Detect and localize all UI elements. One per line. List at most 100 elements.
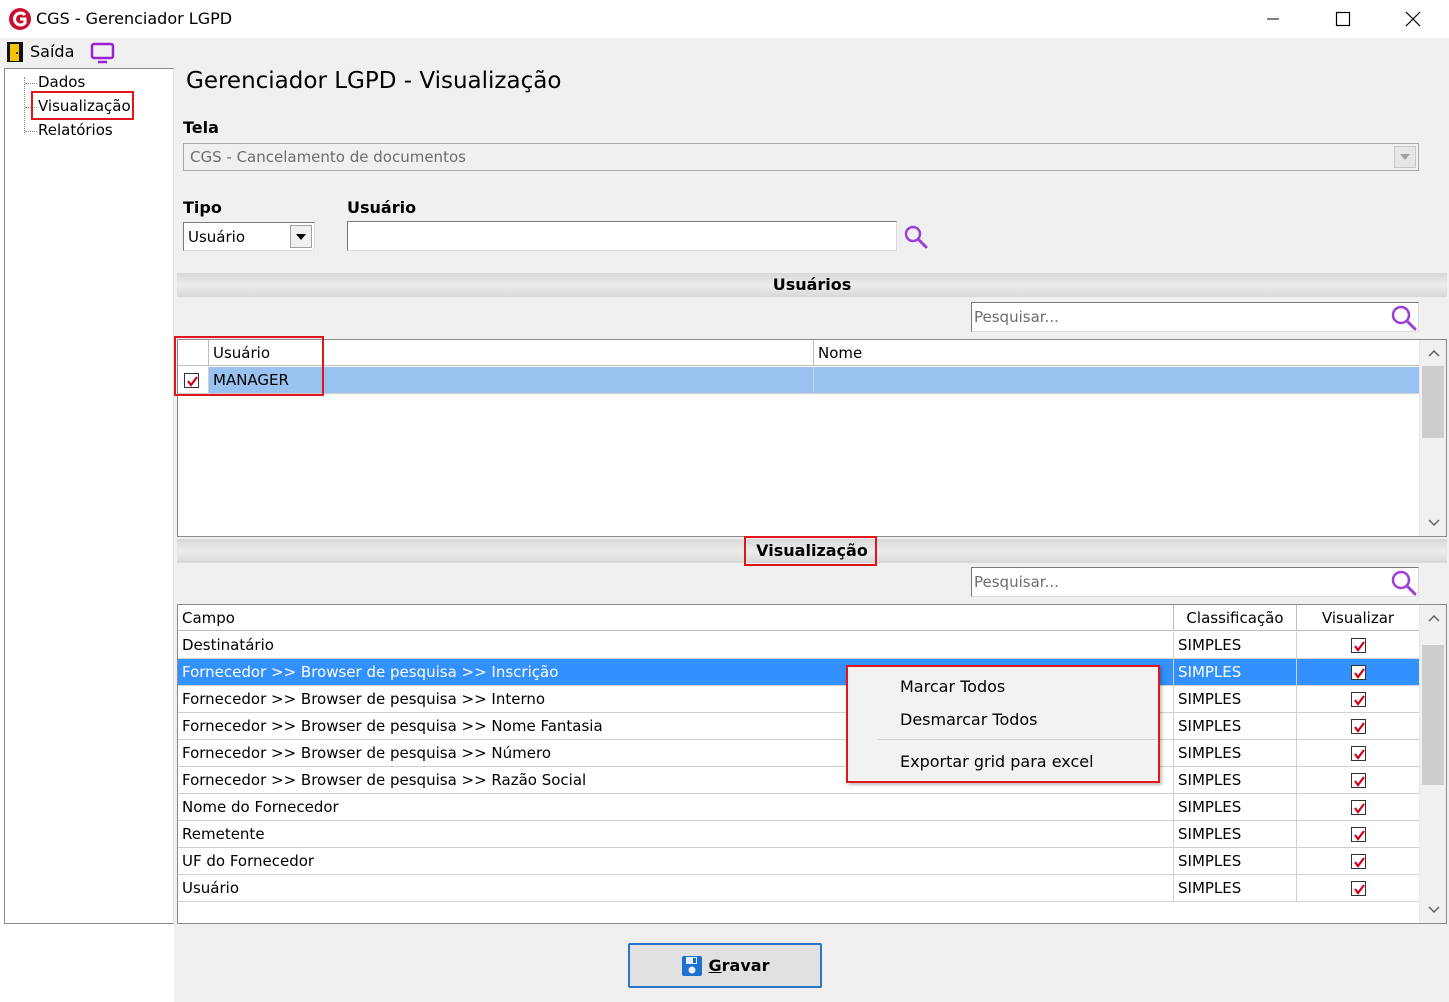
table-row[interactable]: Fornecedor >> Browser de pesquisa >> Nom… <box>178 713 1420 740</box>
row-checkbox-cell[interactable] <box>178 367 209 394</box>
table-row[interactable]: MANAGER <box>178 367 1420 394</box>
monitor-icon[interactable] <box>90 42 116 64</box>
cgs-logo-icon <box>8 7 32 31</box>
cell-classificacao: SIMPLES <box>1174 875 1297 902</box>
search-icon[interactable] <box>1389 569 1417 596</box>
tree-item-dados[interactable]: Dados <box>38 73 85 91</box>
cell-campo: UF do Fornecedor <box>178 848 1174 875</box>
scrollbar-thumb[interactable] <box>1422 366 1444 438</box>
table-row[interactable]: Fornecedor >> Browser de pesquisa >> Raz… <box>178 767 1420 794</box>
menu-item-desmarcar-todos[interactable]: Desmarcar Todos <box>900 710 1038 729</box>
table-row[interactable]: Remetente SIMPLES <box>178 821 1420 848</box>
tree-item-relatorios[interactable]: Relatórios <box>38 121 113 139</box>
cell-classificacao: SIMPLES <box>1174 713 1297 740</box>
view-grid[interactable]: Campo Classificação Visualizar Destinatá… <box>177 604 1447 924</box>
usuario-input[interactable] <box>347 221 897 251</box>
view-section-title: Visualização <box>756 541 868 560</box>
save-button[interactable]: Gravar <box>628 943 822 988</box>
visualizar-checkbox[interactable] <box>1350 638 1366 653</box>
floppy-disk-icon <box>681 955 703 977</box>
visualizar-checkbox[interactable] <box>1350 800 1366 815</box>
menu-item-exportar-excel[interactable]: Exportar grid para excel <box>900 752 1094 771</box>
column-header-usuario[interactable]: Usuário <box>209 340 814 366</box>
cell-visualizar[interactable] <box>1297 659 1420 686</box>
column-header-visualizar[interactable]: Visualizar <box>1297 605 1420 631</box>
menu-item-marcar-todos[interactable]: Marcar Todos <box>900 677 1005 696</box>
visualizar-checkbox[interactable] <box>1350 854 1366 869</box>
visualizar-checkbox[interactable] <box>1350 719 1366 734</box>
exit-door-icon[interactable] <box>6 41 24 63</box>
cell-campo: Usuário <box>178 875 1174 902</box>
cell-visualizar[interactable] <box>1297 821 1420 848</box>
chevron-up-icon[interactable] <box>1420 342 1447 364</box>
cell-visualizar[interactable] <box>1297 632 1420 659</box>
tipo-select[interactable]: Usuário <box>183 222 315 251</box>
chevron-down-icon[interactable] <box>1420 899 1447 921</box>
save-button-label: ravar <box>721 956 770 975</box>
row-checkbox[interactable] <box>184 373 199 388</box>
table-row[interactable]: Usuário SIMPLES <box>178 875 1420 902</box>
cell-visualizar[interactable] <box>1297 713 1420 740</box>
cell-campo: Destinatário <box>178 632 1174 659</box>
tela-label: Tela <box>183 118 219 137</box>
view-grid-header: Campo Classificação Visualizar <box>178 605 1420 631</box>
view-search-input[interactable] <box>974 572 1374 592</box>
checkbox-column-header <box>178 340 209 366</box>
close-button[interactable] <box>1378 0 1448 38</box>
tela-select[interactable]: CGS - Cancelamento de documentos <box>183 143 1419 171</box>
visualizar-checkbox[interactable] <box>1350 773 1366 788</box>
table-row[interactable]: Fornecedor >> Browser de pesquisa >> Núm… <box>178 740 1420 767</box>
chevron-down-icon[interactable] <box>1394 146 1416 168</box>
chevron-down-icon[interactable] <box>290 225 312 248</box>
visualizar-checkbox[interactable] <box>1350 665 1366 680</box>
table-row[interactable]: UF do Fornecedor SIMPLES <box>178 848 1420 875</box>
table-row[interactable]: Fornecedor >> Browser de pesquisa >> Int… <box>178 686 1420 713</box>
cell-visualizar[interactable] <box>1297 740 1420 767</box>
cell-classificacao: SIMPLES <box>1174 686 1297 713</box>
cell-classificacao: SIMPLES <box>1174 794 1297 821</box>
visualizar-checkbox[interactable] <box>1350 881 1366 896</box>
cell-usuario: MANAGER <box>209 367 814 394</box>
users-grid-scrollbar[interactable] <box>1419 340 1446 536</box>
table-row[interactable]: Nome do Fornecedor SIMPLES <box>178 794 1420 821</box>
visualizar-checkbox[interactable] <box>1350 827 1366 842</box>
table-row[interactable]: Fornecedor >> Browser de pesquisa >> Ins… <box>178 659 1420 686</box>
search-icon[interactable] <box>903 224 929 250</box>
cell-visualizar[interactable] <box>1297 794 1420 821</box>
cell-classificacao: SIMPLES <box>1174 848 1297 875</box>
cell-visualizar[interactable] <box>1297 767 1420 794</box>
chevron-up-icon[interactable] <box>1420 607 1447 629</box>
cell-nome <box>814 367 1420 394</box>
column-header-classificacao[interactable]: Classificação <box>1174 605 1297 631</box>
save-button-accelerator: G <box>708 956 722 975</box>
view-grid-scrollbar[interactable] <box>1419 605 1446 923</box>
cell-visualizar[interactable] <box>1297 875 1420 902</box>
tree-item-visualizacao[interactable]: Visualização <box>38 97 131 115</box>
cell-classificacao: SIMPLES <box>1174 821 1297 848</box>
view-search-box[interactable] <box>971 567 1419 597</box>
tipo-label: Tipo <box>183 198 222 217</box>
visualizar-checkbox[interactable] <box>1350 692 1366 707</box>
users-search-box[interactable] <box>971 302 1419 332</box>
scrollbar-thumb[interactable] <box>1422 645 1444 785</box>
users-grid[interactable]: Usuário Nome MANAGER <box>177 339 1447 537</box>
column-header-campo[interactable]: Campo <box>178 605 1174 631</box>
cell-campo: Nome do Fornecedor <box>178 794 1174 821</box>
users-section-header: Usuários <box>177 273 1447 297</box>
cell-classificacao: SIMPLES <box>1174 740 1297 767</box>
visualizar-checkbox[interactable] <box>1350 746 1366 761</box>
table-row[interactable]: Destinatário SIMPLES <box>178 632 1420 659</box>
chevron-down-icon[interactable] <box>1420 512 1447 534</box>
maximize-button[interactable] <box>1308 0 1378 38</box>
cell-visualizar[interactable] <box>1297 848 1420 875</box>
search-icon[interactable] <box>1389 304 1417 331</box>
column-header-nome[interactable]: Nome <box>814 340 1420 366</box>
cell-classificacao: SIMPLES <box>1174 767 1297 794</box>
navigation-tree: Dados Visualização Relatórios <box>4 68 174 924</box>
usuario-label: Usuário <box>347 198 417 217</box>
minimize-button[interactable] <box>1238 0 1308 38</box>
cell-visualizar[interactable] <box>1297 686 1420 713</box>
exit-label[interactable]: Saída <box>30 42 74 61</box>
users-search-input[interactable] <box>974 307 1374 327</box>
cell-classificacao: SIMPLES <box>1174 632 1297 659</box>
